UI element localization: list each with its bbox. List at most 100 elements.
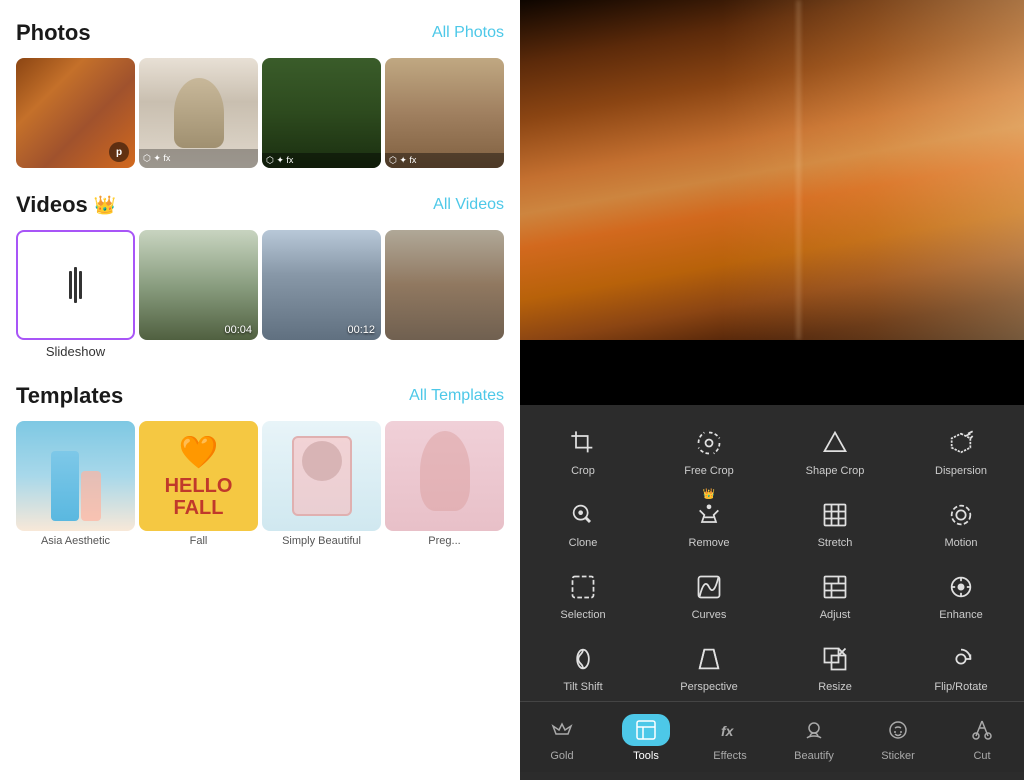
tool-crop[interactable]: Crop (520, 413, 646, 485)
crop-label: Crop (571, 465, 595, 477)
photo-thumb-3[interactable]: ⬡ ✦ fx (262, 58, 381, 168)
perspective-label: Perspective (680, 681, 737, 693)
template-simply[interactable] (262, 421, 381, 531)
photos-section-header: Photos All Photos (16, 20, 504, 46)
templates-section-header: Templates All Templates (16, 383, 504, 409)
template-simply-wrapper: Simply Beautiful (262, 421, 381, 547)
photo-grid: p ⬡ ✦ fx ⬡ ✦ fx ⬡ ✦ fx (16, 58, 504, 168)
arrow-bar-right (79, 271, 82, 299)
nav-sticker[interactable]: Sticker (856, 710, 940, 766)
effects-icon: fx (714, 714, 746, 746)
resize-label: Resize (818, 681, 852, 693)
tool-free-crop[interactable]: Free Crop (646, 413, 772, 485)
arrow-bar-center (74, 267, 77, 303)
tool-remove[interactable]: 👑 Remove (646, 485, 772, 557)
flip-rotate-icon (943, 641, 979, 677)
adjust-label: Adjust (820, 609, 851, 621)
template-asia-label: Asia Aesthetic (16, 535, 135, 547)
tool-dispersion[interactable]: Dispersion (898, 413, 1024, 485)
tool-shape-crop[interactable]: Shape Crop (772, 413, 898, 485)
tool-stretch[interactable]: Stretch (772, 485, 898, 557)
beautify-icon (798, 714, 830, 746)
free-crop-label: Free Crop (684, 465, 734, 477)
enhance-label: Enhance (939, 609, 982, 621)
tool-adjust[interactable]: Adjust (772, 557, 898, 629)
cut-label: Cut (973, 750, 990, 762)
tool-resize[interactable]: Resize (772, 629, 898, 701)
all-videos-link[interactable]: All Videos (433, 196, 504, 214)
remove-crown-icon: 👑 (703, 489, 715, 500)
tool-perspective[interactable]: Perspective (646, 629, 772, 701)
tool-curves[interactable]: Curves (646, 557, 772, 629)
right-panel: Crop Free Crop Shape Crop (520, 0, 1024, 780)
tools-grid: Crop Free Crop Shape Crop (520, 413, 1024, 701)
dispersion-icon (943, 425, 979, 461)
gold-icon (546, 714, 578, 746)
video-duration-1: 00:04 (224, 324, 252, 336)
nav-cut[interactable]: Cut (940, 710, 1024, 766)
template-fall-wrapper: 🧡 HELLOFALL Fall (139, 421, 258, 547)
video-thumb-forest[interactable]: 00:04 (139, 230, 258, 340)
stretch-label: Stretch (818, 537, 853, 549)
remove-icon (691, 497, 727, 533)
nav-gold[interactable]: Gold (520, 710, 604, 766)
selection-label: Selection (560, 609, 605, 621)
templates-title: Templates (16, 383, 123, 409)
slideshow-thumb[interactable] (16, 230, 135, 340)
video-thumb-building[interactable]: 00:12 (262, 230, 381, 340)
videos-crown-icon: 👑 (94, 195, 116, 216)
photo-thumb-4[interactable]: ⬡ ✦ fx (385, 58, 504, 168)
tool-flip-rotate[interactable]: Flip/Rotate (898, 629, 1024, 701)
bottom-nav: Gold Tools fx Effects (520, 701, 1024, 772)
left-panel: Photos All Photos p ⬡ ✦ fx ⬡ ✦ fx ⬡ ✦ fx (0, 0, 520, 780)
dispersion-label: Dispersion (935, 465, 987, 477)
photos-title: Photos (16, 20, 91, 46)
video-duration-2: 00:12 (347, 324, 375, 336)
template-preg-label: Preg... (385, 535, 504, 547)
clone-label: Clone (569, 537, 598, 549)
all-photos-link[interactable]: All Photos (432, 24, 504, 42)
beautify-label: Beautify (794, 750, 834, 762)
sticker-label: Sticker (881, 750, 915, 762)
template-preg-wrapper: Preg... (385, 421, 504, 547)
all-templates-link[interactable]: All Templates (409, 387, 504, 405)
tools-overlay: Crop Free Crop Shape Crop (520, 405, 1024, 780)
nav-tools[interactable]: Tools (604, 710, 688, 766)
svg-text:fx: fx (721, 723, 735, 739)
videos-section-header: Videos 👑 All Videos (16, 192, 504, 218)
shape-crop-label: Shape Crop (806, 465, 865, 477)
slideshow-label: Slideshow (16, 344, 135, 359)
tools-icon-bg (622, 714, 670, 746)
video-thumb-4[interactable] (385, 230, 504, 340)
tool-tilt-shift[interactable]: Tilt Shift (520, 629, 646, 701)
photo-thumb-1[interactable]: p (16, 58, 135, 168)
flip-rotate-label: Flip/Rotate (934, 681, 987, 693)
videos-title: Videos (16, 192, 88, 218)
tilt-shift-label: Tilt Shift (563, 681, 602, 693)
slideshow-arrows-icon (69, 267, 82, 303)
resize-icon (817, 641, 853, 677)
enhance-icon (943, 569, 979, 605)
curves-label: Curves (692, 609, 727, 621)
template-fall-label: Fall (139, 535, 258, 547)
template-asia-wrapper: Asia Aesthetic (16, 421, 135, 547)
perspective-icon (691, 641, 727, 677)
tools-nav-label: Tools (633, 750, 659, 762)
template-fall[interactable]: 🧡 HELLOFALL (139, 421, 258, 531)
photo-thumb-2[interactable]: ⬡ ✦ fx (139, 58, 258, 168)
video-grid: Slideshow 00:04 00:12 (16, 230, 504, 359)
hello-fall-text: HELLOFALL (165, 475, 233, 519)
crop-icon (565, 425, 601, 461)
tool-enhance[interactable]: Enhance (898, 557, 1024, 629)
shape-crop-icon (817, 425, 853, 461)
nav-effects[interactable]: fx Effects (688, 710, 772, 766)
effects-label: Effects (713, 750, 746, 762)
nav-beautify[interactable]: Beautify (772, 710, 856, 766)
stretch-icon (817, 497, 853, 533)
tool-clone[interactable]: Clone (520, 485, 646, 557)
tool-selection[interactable]: Selection (520, 557, 646, 629)
tool-motion[interactable]: Motion (898, 485, 1024, 557)
template-asia[interactable] (16, 421, 135, 531)
template-preg[interactable] (385, 421, 504, 531)
videos-title-row: Videos 👑 (16, 192, 116, 218)
